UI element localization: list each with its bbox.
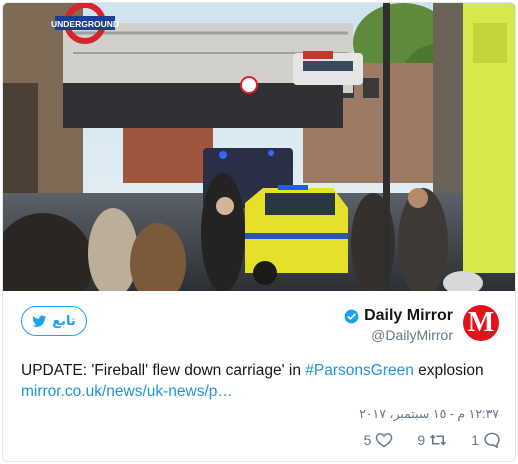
avatar-letter: M xyxy=(467,307,495,338)
like-count: 5 xyxy=(363,432,372,448)
twitter-bird-icon xyxy=(32,314,47,327)
tweet-card: UNDERGROUND تابع Daily Mirror @DailyMirr… xyxy=(2,2,516,462)
street-scene-image: UNDERGROUND xyxy=(3,3,515,291)
underground-sign-text: UNDERGROUND xyxy=(51,19,119,29)
author-display-name: Daily Mirror xyxy=(364,307,453,324)
reply-button[interactable]: 1 xyxy=(471,432,501,448)
tweet-text: UPDATE: 'Fireball' flew down carriage' i… xyxy=(21,360,501,402)
tweet-text-before: UPDATE: 'Fireball' flew down carriage' i… xyxy=(21,362,306,379)
reply-icon xyxy=(484,432,500,448)
tweet-timestamp[interactable]: ١٢:٣٧ م - ١٥ سبتمبر، ٢٠١٧ xyxy=(359,406,499,421)
hashtag-link[interactable]: #ParsonsGreen xyxy=(305,362,414,379)
author-handle: @DailyMirror xyxy=(371,327,453,343)
author-name-row: Daily Mirror xyxy=(344,307,453,325)
retweet-icon xyxy=(430,434,447,446)
follow-button[interactable]: تابع xyxy=(21,306,87,336)
follow-button-label: تابع xyxy=(52,313,76,328)
like-button[interactable]: 5 xyxy=(364,432,394,448)
tweet-text-after: explosion xyxy=(413,362,484,379)
retweet-count: 9 xyxy=(417,432,426,448)
article-link[interactable]: mirror.co.uk/news/uk-news/p… xyxy=(21,383,233,400)
verified-badge-icon xyxy=(344,309,359,323)
heart-icon xyxy=(376,433,393,448)
tweet-author[interactable]: Daily Mirror @DailyMirror xyxy=(344,307,453,343)
tweet-actions: 5 9 1 xyxy=(364,432,501,448)
avatar[interactable]: M xyxy=(463,305,499,341)
tweet-photo[interactable]: UNDERGROUND xyxy=(3,3,515,291)
reply-count: 1 xyxy=(471,432,479,448)
retweet-button[interactable]: 9 xyxy=(417,432,447,448)
